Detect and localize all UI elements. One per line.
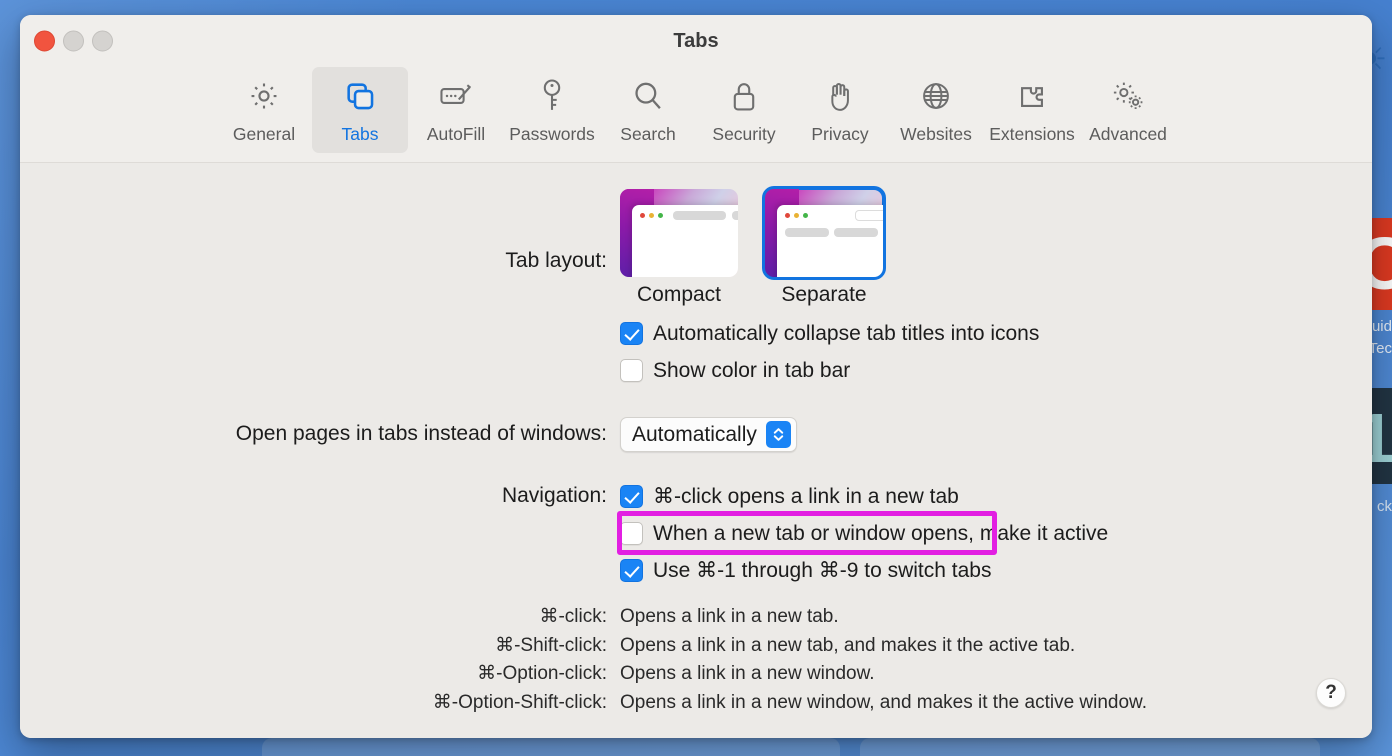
checkbox-label: Use ⌘-1 through ⌘-9 to switch tabs <box>653 559 992 582</box>
zoom-window-button[interactable] <box>92 30 113 52</box>
toolbar-item-general[interactable]: General <box>216 67 312 153</box>
toolbar-label: Security <box>712 124 776 144</box>
checkbox-collapse-tab-titles[interactable]: Automatically collapse tab titles into i… <box>620 315 1372 352</box>
preferences-toolbar: General Tabs AutoFill Passwords Search S… <box>20 67 1372 163</box>
thumbnail-tab-pill <box>785 228 829 237</box>
tab-layout-label: Tab layout: <box>505 249 607 272</box>
toolbar-label: Extensions <box>989 124 1075 144</box>
preferences-window: Tabs General Tabs AutoFill Passwords Sea… <box>20 15 1372 738</box>
shortcut-key: ⌘-Option-click: <box>477 663 607 684</box>
toolbar-label: Advanced <box>1089 124 1167 144</box>
tabs-icon <box>337 73 383 119</box>
gears-icon <box>1105 73 1151 119</box>
gear-icon <box>241 73 287 119</box>
shortcut-description: Opens a link in a new window. <box>620 663 875 684</box>
thumbnail-dot-green <box>658 213 663 218</box>
close-window-button[interactable] <box>34 30 55 52</box>
checkbox-label: Show color in tab bar <box>653 358 851 382</box>
hand-icon <box>817 73 863 119</box>
toolbar-item-websites[interactable]: Websites <box>888 67 984 153</box>
thumbnail-window <box>777 205 883 277</box>
checkbox-label: When a new tab or window opens, make it … <box>653 521 1109 545</box>
toolbar-item-passwords[interactable]: Passwords <box>504 67 600 153</box>
thumbnail-dot-yellow <box>794 213 799 218</box>
toolbar-label: AutoFill <box>426 124 486 144</box>
window-title: Tabs <box>673 30 719 52</box>
background-window-edge-right <box>860 738 1320 756</box>
navigation-label: Navigation: <box>501 484 607 507</box>
checkbox-box[interactable] <box>620 559 643 582</box>
thumbnail-traffic-lights <box>640 213 663 218</box>
puzzle-icon <box>1009 73 1055 119</box>
toolbar-item-privacy[interactable]: Privacy <box>792 67 888 153</box>
shortcut-reference-list: ⌘-click: Opens a link in a new tab. ⌘-Sh… <box>20 603 1372 717</box>
shortcut-key: ⌘-Option-Shift-click: <box>432 691 607 713</box>
thumbnail-dot-green <box>803 213 808 218</box>
traffic-light-buttons <box>34 30 113 52</box>
toolbar-item-advanced[interactable]: Advanced <box>1080 67 1176 153</box>
shortcut-description: Opens a link in a new tab. <box>620 606 839 627</box>
tab-layout-option-compact[interactable]: Compact <box>620 189 738 307</box>
collapse-titles-row: Automatically collapse tab titles into i… <box>20 315 1372 389</box>
checkbox-label: Automatically collapse tab titles into i… <box>653 321 1040 345</box>
toolbar-item-search[interactable]: Search <box>600 67 696 153</box>
toolbar-label: Privacy <box>811 124 869 144</box>
autofill-icon <box>433 73 479 119</box>
toolbar-label: Websites <box>900 124 972 144</box>
thumbnail-window <box>632 205 738 277</box>
globe-icon <box>913 73 959 119</box>
search-icon <box>625 73 671 119</box>
checkbox-box[interactable] <box>620 522 643 545</box>
background-window-edge-left <box>262 738 840 756</box>
open-pages-row: Open pages in tabs instead of windows: A… <box>20 417 1372 452</box>
toolbar-label: Tabs <box>341 124 379 144</box>
toolbar-label: Passwords <box>509 124 595 144</box>
thumbnail-dot-yellow <box>649 213 654 218</box>
tab-layout-options: Compact Separate <box>620 186 1372 307</box>
shortcut-description: Opens a link in a new window, and makes … <box>620 691 1148 713</box>
help-button[interactable]: ? <box>1316 678 1346 708</box>
shortcut-key: ⌘-click: <box>539 606 607 627</box>
open-pages-value: Automatically <box>632 422 757 446</box>
checkbox-box[interactable] <box>620 485 643 508</box>
thumbnail-traffic-lights <box>785 213 808 218</box>
chevron-updown-icon[interactable] <box>765 421 791 448</box>
separate-thumbnail[interactable] <box>762 186 886 280</box>
window-titlebar: Tabs <box>20 15 1372 67</box>
preferences-content: Tab layout: Compact Separate Automatical… <box>20 163 1372 738</box>
checkbox-box[interactable] <box>620 322 643 345</box>
open-pages-label: Open pages in tabs instead of windows: <box>235 422 607 445</box>
thumbnail-tab-pill <box>673 211 726 220</box>
thumbnail-tab-pill <box>732 211 738 220</box>
thumbnail-tab-pill <box>834 228 878 237</box>
toolbar-item-autofill[interactable]: AutoFill <box>408 67 504 153</box>
toolbar-label: Search <box>620 124 676 144</box>
navigation-row: Navigation: ⌘-click opens a link in a ne… <box>20 478 1372 589</box>
checkbox-make-new-tab-active[interactable]: When a new tab or window opens, make it … <box>620 515 1372 552</box>
minimize-window-button[interactable] <box>63 30 84 52</box>
open-pages-dropdown[interactable]: Automatically <box>620 417 797 452</box>
toolbar-item-extensions[interactable]: Extensions <box>984 67 1080 153</box>
thumbnail-dot-red <box>785 213 790 218</box>
toolbar-item-security[interactable]: Security <box>696 67 792 153</box>
checkbox-cmd-click-new-tab[interactable]: ⌘-click opens a link in a new tab <box>620 478 1372 515</box>
tab-layout-option-separate[interactable]: Separate <box>762 186 886 307</box>
compact-thumbnail[interactable] <box>620 189 738 277</box>
tab-layout-row: Tab layout: Compact Separate <box>20 186 1372 307</box>
compact-caption: Compact <box>636 283 722 306</box>
separate-caption: Separate <box>781 283 867 306</box>
checkbox-box[interactable] <box>620 359 643 382</box>
key-icon <box>529 73 575 119</box>
checkbox-label: ⌘-click opens a link in a new tab <box>653 485 959 508</box>
thumbnail-dot-red <box>640 213 645 218</box>
checkbox-show-color-in-tab-bar[interactable]: Show color in tab bar <box>620 352 1372 389</box>
toolbar-item-tabs[interactable]: Tabs <box>312 67 408 153</box>
thumbnail-address-bar <box>855 210 883 221</box>
toolbar-label: General <box>232 124 296 144</box>
shortcut-key: ⌘-Shift-click: <box>495 634 607 656</box>
lock-icon <box>721 73 767 119</box>
shortcut-description: Opens a link in a new tab, and makes it … <box>620 634 1076 656</box>
checkbox-cmd-number-switch-tabs[interactable]: Use ⌘-1 through ⌘-9 to switch tabs <box>620 552 1372 589</box>
